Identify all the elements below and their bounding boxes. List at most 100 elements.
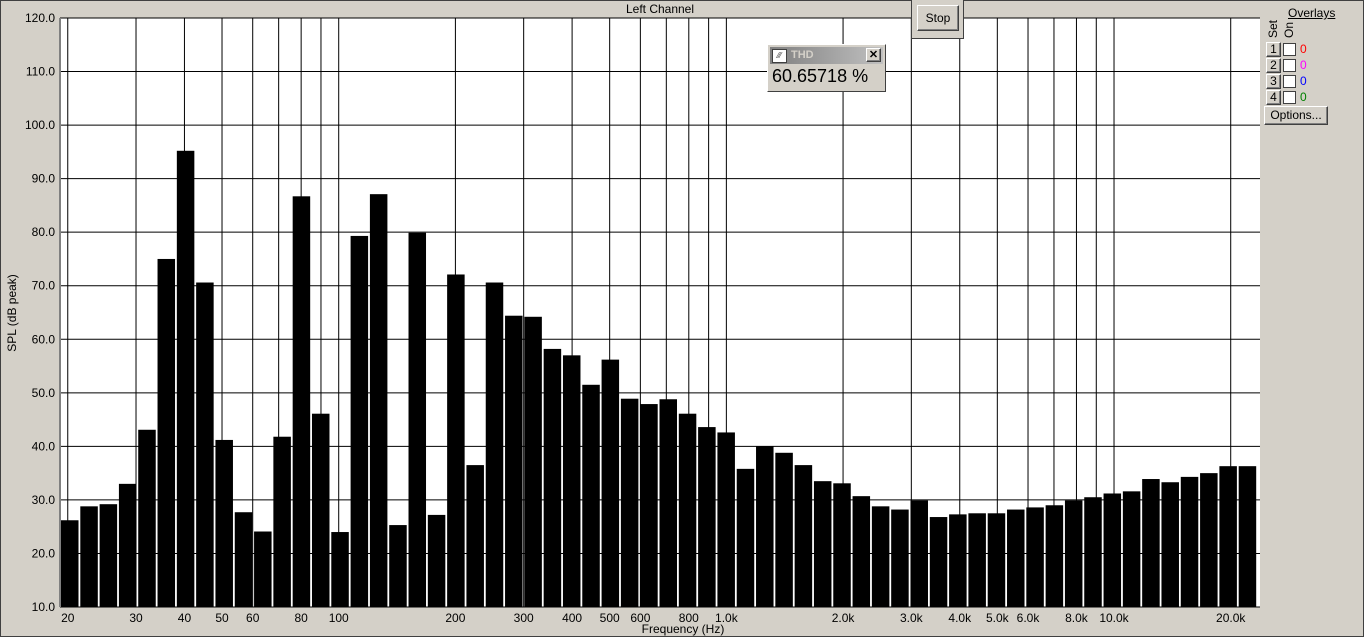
spectrum-bar bbox=[1007, 509, 1025, 607]
spectrum-bar bbox=[447, 274, 465, 607]
x-tick-label: 6.0k bbox=[1017, 611, 1041, 625]
y-tick-label: 70.0 bbox=[32, 279, 56, 293]
overlay-value: 0 bbox=[1300, 42, 1307, 56]
spectrum-bar bbox=[736, 468, 755, 607]
x-tick-label: 200 bbox=[445, 611, 465, 625]
waveform-icon: ⁄⁄⁄ bbox=[772, 49, 787, 63]
spectrum-bar bbox=[871, 506, 890, 607]
spectrum-bar bbox=[99, 504, 118, 607]
spectrum-bar bbox=[910, 500, 928, 607]
spectrum-bar bbox=[1161, 482, 1179, 607]
overlay-set-button[interactable]: 4 bbox=[1266, 90, 1281, 105]
spectrum-bar bbox=[524, 316, 542, 607]
spectrum-bar bbox=[678, 413, 697, 607]
options-button[interactable]: Options... bbox=[1264, 106, 1328, 125]
spectrum-bar bbox=[254, 531, 272, 607]
spectrum-bar bbox=[196, 282, 214, 607]
x-tick-label: 500 bbox=[600, 611, 620, 625]
spectrum-bar bbox=[292, 196, 311, 607]
spectrum-bar bbox=[891, 509, 909, 607]
spectrum-bar bbox=[929, 517, 948, 607]
spectrum-bar bbox=[485, 282, 504, 607]
spectrum-bar bbox=[582, 384, 600, 607]
x-tick-label: 2.0k bbox=[832, 611, 856, 625]
spectrum-bar bbox=[408, 232, 427, 607]
spectrum-bar bbox=[968, 513, 986, 607]
overlay-set-button[interactable]: 2 bbox=[1266, 58, 1281, 73]
spectrum-bar bbox=[157, 258, 176, 607]
overlay-on-checkbox[interactable] bbox=[1283, 59, 1296, 72]
thd-value: 60.65718 % bbox=[772, 66, 869, 86]
spectrum-bar bbox=[1142, 479, 1160, 607]
overlay-set-button[interactable]: 3 bbox=[1266, 74, 1281, 89]
spectrum-bar bbox=[717, 432, 735, 607]
x-tick-label: 20.0k bbox=[1216, 611, 1246, 625]
y-tick-label: 90.0 bbox=[32, 172, 56, 186]
thd-label: THD bbox=[791, 49, 814, 61]
y-tick-label: 10.0 bbox=[32, 600, 56, 614]
spectrum-chart: 10.0 20.0 30.0 40.0 50.0 60.0 70.0 80.0 90.0 100.… bbox=[5, 2, 1260, 636]
y-tick-label: 110.0 bbox=[26, 65, 55, 79]
x-tick-label: 400 bbox=[562, 611, 582, 625]
spectrum-bar bbox=[234, 512, 253, 607]
spectrum-bar bbox=[466, 465, 484, 607]
spectrum-bar bbox=[138, 429, 156, 607]
x-tick-label: 300 bbox=[514, 611, 534, 625]
close-button[interactable]: ✕ bbox=[866, 48, 881, 62]
x-tick-label: 8.0k bbox=[1065, 611, 1089, 625]
x-tick-label: 10.0k bbox=[1099, 611, 1129, 625]
spectrum-bar bbox=[1122, 491, 1141, 607]
spectrum-bar bbox=[176, 150, 195, 607]
stop-button[interactable]: Stop bbox=[917, 5, 959, 31]
chart-title: Left Channel bbox=[626, 2, 694, 16]
y-tick-label: 120.0 bbox=[25, 11, 55, 25]
spectrum-bar bbox=[350, 235, 369, 607]
y-tick-label: 30.0 bbox=[32, 493, 56, 507]
spectrum-bar bbox=[80, 506, 98, 607]
overlay-on-checkbox[interactable] bbox=[1283, 91, 1296, 104]
spectrum-bar bbox=[369, 194, 388, 607]
thd-titlebar[interactable]: ⁄⁄⁄ THD ✕ bbox=[770, 47, 883, 64]
thd-meter[interactable]: ⁄⁄⁄ THD ✕ 60.65718 % bbox=[767, 44, 886, 92]
spectrum-bar bbox=[852, 496, 871, 607]
spectrum-bar bbox=[1084, 497, 1102, 607]
spectrum-bar bbox=[1026, 507, 1044, 607]
x-tick-label: 4.0k bbox=[948, 611, 972, 625]
stop-panel: Stop bbox=[911, 0, 964, 39]
spectrum-bar bbox=[601, 359, 620, 607]
spectrum-bar bbox=[1064, 500, 1083, 607]
spectrum-bar bbox=[794, 465, 813, 607]
overlay-on-checkbox[interactable] bbox=[1283, 75, 1296, 88]
spectrum-bar bbox=[505, 315, 523, 607]
spectrum-bar bbox=[331, 532, 349, 607]
overlays-title: Overlays bbox=[1288, 6, 1336, 20]
spectrum-bar bbox=[1200, 473, 1218, 607]
y-tick-label: 20.0 bbox=[32, 546, 56, 560]
overlay-set-button[interactable]: 1 bbox=[1266, 42, 1281, 57]
spectrum-bar bbox=[215, 439, 233, 607]
y-tick-label: 100.0 bbox=[25, 118, 55, 132]
spectrum-bar bbox=[756, 446, 774, 607]
overlay-on-checkbox[interactable] bbox=[1283, 43, 1296, 56]
x-tick-label: 40 bbox=[178, 611, 192, 625]
x-axis-title: Frequency (Hz) bbox=[642, 622, 725, 636]
y-tick-label: 60.0 bbox=[32, 332, 56, 346]
y-tick-label: 80.0 bbox=[32, 225, 56, 239]
spectrum-bar bbox=[949, 514, 967, 607]
spectrum-bar bbox=[389, 525, 407, 607]
on-column-label: On bbox=[1282, 21, 1296, 38]
spectrum-bar bbox=[775, 452, 793, 607]
spectrum-bar bbox=[427, 514, 446, 607]
spectrum-bar bbox=[562, 355, 581, 607]
x-tick-label: 5.0k bbox=[986, 611, 1010, 625]
spectrum-bar bbox=[659, 399, 678, 607]
x-tick-label: 30 bbox=[129, 611, 143, 625]
x-tick-label: 20 bbox=[61, 611, 75, 625]
x-tick-label: 3.0k bbox=[900, 611, 924, 625]
y-tick-label: 40.0 bbox=[32, 439, 56, 453]
spectrum-bar bbox=[311, 413, 330, 607]
spectrum-bar bbox=[1045, 505, 1064, 607]
overlay-value: 0 bbox=[1300, 58, 1307, 72]
spectrum-bar bbox=[543, 348, 562, 607]
x-tick-label: 80 bbox=[294, 611, 308, 625]
